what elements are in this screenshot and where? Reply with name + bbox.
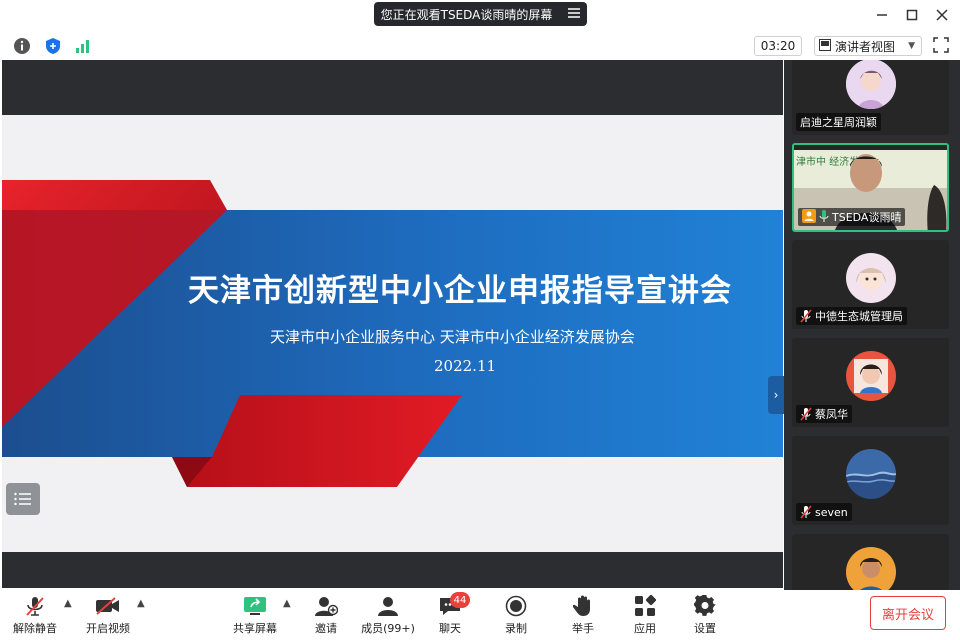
leave-meeting-button[interactable]: 离开会议 bbox=[870, 596, 946, 630]
video-options-chevron-icon[interactable]: ▲ bbox=[137, 598, 145, 609]
participant-label: 启迪之星周润颖 bbox=[796, 113, 881, 131]
apps-grid-icon bbox=[632, 594, 658, 618]
share-banner[interactable]: 您正在观看TSEDA谈雨晴的屏幕 bbox=[374, 2, 587, 26]
participant-tile[interactable]: 蔡凤华 bbox=[792, 338, 949, 427]
host-icon bbox=[802, 208, 816, 226]
mic-muted-icon bbox=[800, 309, 812, 323]
share-screen-label: 共享屏幕 bbox=[233, 622, 277, 635]
chevron-down-icon: ▼ bbox=[908, 41, 915, 51]
network-signal-icon[interactable] bbox=[73, 36, 93, 56]
apps-button[interactable]: 应用 bbox=[615, 594, 675, 638]
participant-tile[interactable] bbox=[792, 534, 949, 590]
meeting-controls-bar: 解除静音 ▲ 开启视频 ▲ 共享屏幕 ▲ 邀请 成员(99+) 44 聊天 录制… bbox=[0, 590, 960, 640]
mic-muted-icon bbox=[800, 407, 812, 421]
invite-label: 邀请 bbox=[315, 622, 337, 635]
avatar bbox=[846, 351, 896, 401]
participant-tile[interactable]: seven bbox=[792, 436, 949, 525]
hand-icon bbox=[570, 594, 596, 618]
security-shield-icon[interactable] bbox=[43, 36, 63, 56]
view-mode-select[interactable]: 演讲者视图 ▼ bbox=[814, 36, 922, 56]
title-bar: 您正在观看TSEDA谈雨晴的屏幕 bbox=[0, 0, 960, 32]
apps-label: 应用 bbox=[634, 622, 656, 635]
meeting-timer: 03:20 bbox=[754, 36, 802, 56]
members-icon bbox=[375, 594, 401, 618]
minimize-icon[interactable] bbox=[870, 4, 894, 26]
list-icon[interactable] bbox=[6, 483, 40, 515]
participant-name: 蔡凤华 bbox=[815, 408, 848, 421]
start-video-label: 开启视频 bbox=[86, 622, 130, 635]
share-screen-icon bbox=[242, 594, 268, 618]
avatar bbox=[846, 253, 896, 303]
participant-label: 蔡凤华 bbox=[796, 405, 852, 423]
participant-name: TSEDA谈雨晴 bbox=[832, 211, 902, 224]
members-button[interactable]: 成员(99+) bbox=[358, 594, 418, 638]
raise-hand-button[interactable]: 举手 bbox=[553, 594, 613, 638]
participant-label: TSEDA谈雨晴 bbox=[798, 208, 906, 226]
slide-date: 2022.11 bbox=[434, 357, 497, 375]
settings-label: 设置 bbox=[694, 622, 716, 635]
participant-tile[interactable]: 启迪之星周润颖 bbox=[792, 60, 949, 135]
add-user-icon bbox=[313, 594, 339, 618]
record-icon bbox=[503, 594, 529, 618]
mic-on-icon bbox=[819, 209, 829, 226]
participant-tile[interactable]: 中德生态城管理局 bbox=[792, 240, 949, 329]
fullscreen-icon[interactable] bbox=[932, 36, 952, 56]
maximize-icon[interactable] bbox=[900, 4, 924, 26]
avatar bbox=[846, 547, 896, 590]
mic-muted-icon bbox=[22, 594, 48, 618]
audio-options-chevron-icon[interactable]: ▲ bbox=[64, 598, 72, 609]
participant-name: seven bbox=[815, 505, 848, 519]
participant-name: 中德生态城管理局 bbox=[815, 310, 903, 323]
chat-unread-badge: 44 bbox=[450, 592, 470, 608]
mic-muted-icon bbox=[800, 505, 812, 519]
slide-subtitle: 天津市中小企业服务中心 天津市中小企业经济发展协会 bbox=[270, 328, 635, 346]
close-icon[interactable] bbox=[930, 4, 954, 26]
collapse-panel-chevron-icon[interactable]: › bbox=[768, 376, 784, 414]
unmute-label: 解除静音 bbox=[13, 622, 57, 635]
participant-label: 中德生态城管理局 bbox=[796, 307, 907, 325]
presentation-slide: 天津市创新型中小企业申报指导宣讲会 天津市中小企业服务中心 天津市中小企业经济发… bbox=[2, 115, 783, 552]
start-video-button[interactable]: 开启视频 bbox=[78, 594, 138, 638]
gear-icon bbox=[692, 594, 718, 618]
chat-label: 聊天 bbox=[439, 622, 461, 635]
raise-hand-label: 举手 bbox=[572, 622, 594, 635]
view-mode-label: 演讲者视图 bbox=[835, 39, 896, 54]
participant-name: 启迪之星周润颖 bbox=[800, 116, 877, 129]
members-label: 成员(99+) bbox=[361, 622, 415, 635]
invite-button[interactable]: 邀请 bbox=[296, 594, 356, 638]
shared-screen: 天津市创新型中小企业申报指导宣讲会 天津市中小企业服务中心 天津市中小企业经济发… bbox=[2, 60, 784, 588]
record-label: 录制 bbox=[505, 622, 527, 635]
menu-icon[interactable] bbox=[568, 7, 581, 21]
participant-tile-active[interactable]: 津市中 经济发展 TSEDA谈雨晴 bbox=[792, 143, 949, 232]
chat-button[interactable]: 44 聊天 bbox=[420, 592, 480, 638]
share-options-chevron-icon[interactable]: ▲ bbox=[283, 598, 291, 609]
slide-title: 天津市创新型中小企业申报指导宣讲会 bbox=[188, 273, 732, 309]
record-button[interactable]: 录制 bbox=[486, 594, 546, 638]
meeting-window: 您正在观看TSEDA谈雨晴的屏幕 03:20 演讲者视图 ▼ 天津市创新型中小企… bbox=[0, 0, 960, 640]
share-screen-button[interactable]: 共享屏幕 bbox=[225, 594, 285, 638]
settings-button[interactable]: 设置 bbox=[675, 594, 735, 638]
share-banner-text: 您正在观看TSEDA谈雨晴的屏幕 bbox=[380, 7, 553, 22]
participant-panel: 启迪之星周润颖 津市中 经济发展 TSEDA谈雨晴 中德生态城管理局 蔡凤华 s… bbox=[784, 60, 960, 590]
avatar bbox=[846, 449, 896, 499]
avatar bbox=[846, 60, 896, 109]
participant-label: seven bbox=[796, 503, 852, 521]
grid-icon bbox=[819, 38, 831, 54]
video-off-icon bbox=[95, 594, 121, 618]
info-icon[interactable] bbox=[12, 36, 32, 56]
meeting-info-bar: 03:20 演讲者视图 ▼ bbox=[0, 32, 960, 60]
unmute-button[interactable]: 解除静音 bbox=[5, 594, 65, 638]
